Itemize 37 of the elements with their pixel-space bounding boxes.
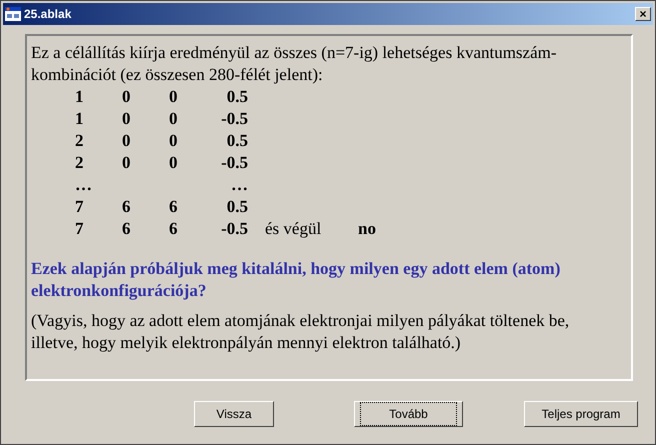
table-cell-text: 6 <box>122 218 132 240</box>
table-cell-text: 0.5 <box>226 130 248 152</box>
table-cell-text: 0.5 <box>226 196 248 218</box>
table-cell-text: 1 <box>75 108 84 130</box>
dialog-button[interactable]: Tovább <box>354 401 463 427</box>
table-cell-text: 0 <box>122 152 132 174</box>
table-cell-text: -0.5 <box>220 218 248 240</box>
dialog-button[interactable]: Teljes program <box>524 401 638 427</box>
table-cell-text: 0 <box>122 130 132 152</box>
table-cell-text: -0.5 <box>220 152 248 174</box>
dialog-button[interactable]: Vissza <box>194 401 274 427</box>
table-cell-text: 1 <box>75 86 84 108</box>
table-cell-text: 2 <box>75 130 84 152</box>
table-cell-text: 0 <box>169 108 178 130</box>
intro-text: Ez a célállítás kiírja eredményül az összes (n=7-ig) lehetséges kvantumszám-kombinációt (ez összesen 280-félét jelent): <box>31 42 558 86</box>
note-text: és végül <box>265 218 322 240</box>
table-cell-text: 7 <box>75 218 84 240</box>
question-text: Ezek alapján próbáljuk meg kitalálni, hogy milyen egy adott elem (atom) elektronkonfigurációja? <box>31 258 562 302</box>
table-cell-text: 0 <box>122 108 132 130</box>
window-title: 25.ablak <box>24 6 72 23</box>
close-button[interactable]: × <box>635 7 651 21</box>
table-cell-text: … <box>75 174 93 196</box>
table-cell-text: -0.5 <box>220 108 248 130</box>
table-cell-text: 7 <box>75 196 84 218</box>
table-cell-text: 2 <box>75 152 84 174</box>
table-cell-text: 0 <box>122 86 132 108</box>
table-cell-text: 0 <box>169 86 178 108</box>
table-cell-text: 0.5 <box>226 86 248 108</box>
table-cell-text: 0 <box>169 152 178 174</box>
window-icon <box>5 7 21 21</box>
table-cell-text: 6 <box>169 196 178 218</box>
table-cell-text: 0 <box>169 130 178 152</box>
table-cell-text: 6 <box>122 196 132 218</box>
table-cell-text: 6 <box>169 218 178 240</box>
final-value: no <box>358 218 376 240</box>
table-cell-text: … <box>230 174 248 196</box>
explanation-text: (Vagyis, hogy az adott elem atomjának elektronjai milyen pályákat töltenek be, illetve, hogy melyik elektronpályán mennyi elektron található.) <box>31 310 570 354</box>
